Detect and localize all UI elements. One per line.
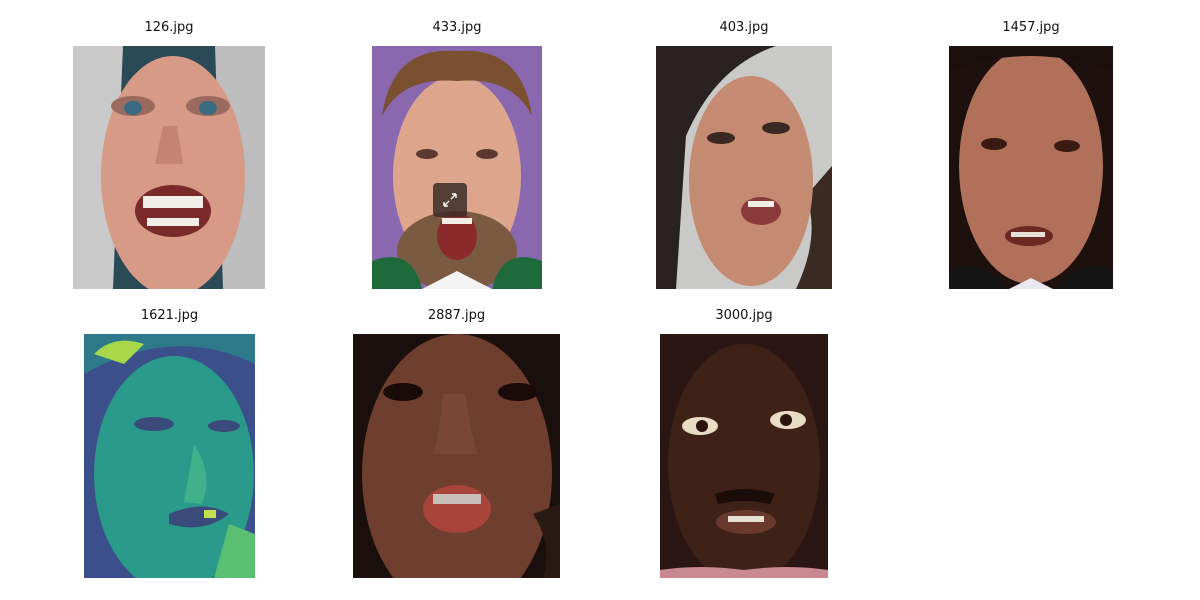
gallery-item[interactable]: 1457.jpg	[949, 20, 1113, 289]
image-caption: 1457.jpg	[1002, 20, 1060, 35]
face-image[interactable]	[73, 46, 265, 289]
gallery-item[interactable]: 433.jpg	[372, 20, 542, 289]
face-image[interactable]	[372, 46, 542, 289]
gallery-item[interactable]: 3000.jpg	[660, 308, 828, 578]
image-caption: 403.jpg	[719, 20, 769, 35]
gallery-item[interactable]: 126.jpg	[73, 20, 265, 289]
gallery-item[interactable]: 1621.jpg	[84, 308, 255, 578]
gallery-item[interactable]: 2887.jpg	[353, 308, 560, 578]
image-caption: 126.jpg	[144, 20, 194, 35]
face-image[interactable]	[660, 334, 828, 578]
face-image[interactable]	[656, 46, 832, 289]
expand-button[interactable]	[433, 183, 467, 217]
face-image[interactable]	[84, 334, 255, 578]
gallery-item[interactable]: 403.jpg	[656, 20, 832, 289]
image-caption: 3000.jpg	[715, 308, 773, 323]
face-image[interactable]	[949, 46, 1113, 289]
expand-arrows-icon	[443, 193, 457, 207]
image-caption: 433.jpg	[432, 20, 482, 35]
face-image[interactable]	[353, 334, 560, 578]
image-caption: 1621.jpg	[140, 308, 199, 323]
image-caption: 2887.jpg	[427, 308, 486, 323]
